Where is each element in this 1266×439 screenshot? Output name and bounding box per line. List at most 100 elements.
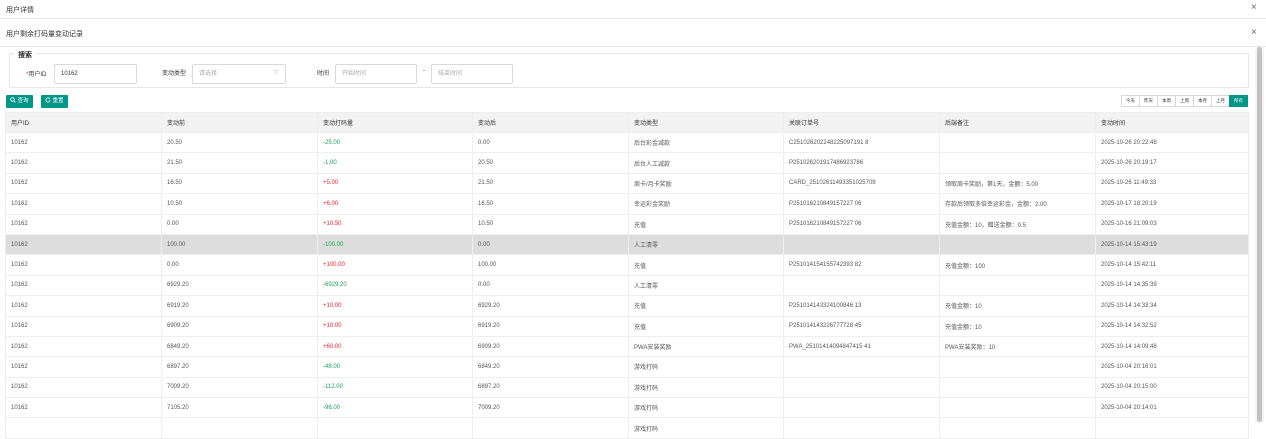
table-cell: 充值 — [628, 213, 784, 235]
table-cell: 16.50 — [472, 193, 629, 215]
table-cell — [783, 397, 940, 419]
table-row[interactable]: 10162 0.00 +100.00 100.00 充值 P251014154155742… — [5, 254, 1249, 276]
date-preset-2[interactable]: 本周 — [1157, 95, 1176, 107]
user-id-input[interactable]: 10162 — [54, 64, 137, 84]
table-cell: 10162 — [5, 254, 162, 276]
table-cell: +6.00 — [317, 193, 473, 215]
column-header[interactable]: 后端备注 — [939, 112, 1096, 133]
table-cell: 充值金额：10 — [939, 315, 1096, 337]
table-row[interactable]: 10162 20.50 -25.00 0.00 后台彩金减款 C2510262022482… — [5, 131, 1249, 154]
table-cell: P251026201917486923786 — [783, 152, 940, 174]
table-cell: 充值 — [628, 295, 784, 317]
table-cell — [939, 274, 1096, 297]
table-row[interactable]: 10162 100.00 -100.00 0.00 人工清零 2025-10-14 15:… — [5, 233, 1249, 256]
column-header[interactable]: 变动后 — [472, 112, 629, 133]
table-cell — [783, 356, 940, 378]
table-cell: -96.00 — [317, 397, 473, 419]
table-cell: 21.50 — [161, 152, 318, 174]
table-cell: 2025-10-14 14:33:34 — [1095, 295, 1249, 317]
date-preset-6[interactable]: 所有 — [1229, 95, 1248, 107]
query-button[interactable]: 查询 — [6, 95, 33, 108]
table-cell: 100.00 — [161, 233, 318, 256]
table-cell: 游戏打码 — [628, 397, 784, 419]
table-cell: 10.50 — [161, 193, 318, 215]
refresh-icon — [45, 97, 51, 103]
table-row[interactable]: 10162 21.50 -1.00 20.50 后台人工减款 P2510262019174… — [5, 152, 1249, 174]
table-cell: 2025-10-26 20:19:17 — [1095, 152, 1249, 174]
table-row[interactable]: 10162 16.50 +5.00 21.50 周卡/月卡奖励 CARD_25102611… — [5, 172, 1249, 195]
table-row[interactable]: 10162 7105.20 -96.00 7009.20 游戏打码 2025-10-04 … — [5, 397, 1249, 419]
table-cell: 10162 — [5, 233, 162, 256]
end-time-input[interactable]: 结束时间 — [431, 64, 513, 84]
table-cell: 2025-10-04 20:16:01 — [1095, 356, 1249, 378]
table-cell: 0.00 — [472, 131, 629, 154]
table-cell: 10162 — [5, 213, 162, 235]
change-type-select[interactable]: 请选择 — [192, 64, 286, 84]
table-row[interactable]: 10162 7009.20 -112.00 6897.20 游戏打码 2025-10-04… — [5, 376, 1249, 399]
reset-button[interactable]: 重置 — [41, 95, 68, 108]
date-preset-1[interactable]: 昨天 — [1139, 95, 1158, 107]
table-cell: 后台彩金减款 — [628, 131, 784, 154]
column-header[interactable]: 变动时间 — [1095, 112, 1249, 133]
table-cell: 6897.20 — [472, 376, 629, 399]
table-cell: 16.50 — [161, 172, 318, 195]
column-header[interactable]: 变动前 — [161, 112, 318, 133]
column-header[interactable]: 关联订单号 — [783, 112, 940, 133]
table-cell: P251014143226777728 45 — [783, 315, 940, 337]
table-cell — [5, 417, 162, 439]
panel-header: 用户剩余打码量变动记录 × — [0, 19, 1266, 47]
table-cell: 6919.20 — [161, 295, 318, 317]
date-preset-0[interactable]: 今天 — [1121, 95, 1140, 107]
table-cell: 充值金额：10，赠送金额：0.5 — [939, 213, 1096, 235]
start-time-input[interactable]: 开始时间 — [335, 64, 417, 84]
table-cell: 6929.20 — [161, 274, 318, 297]
date-preset-group: 今天 昨天 本周 上周 本月 上月 所有 — [1121, 95, 1248, 107]
time-label: 时间 — [317, 71, 330, 77]
table-cell — [472, 417, 629, 439]
panel-close-icon[interactable]: × — [1251, 28, 1257, 38]
table-cell: 6909.20 — [472, 335, 629, 358]
date-preset-3[interactable]: 上周 — [1175, 95, 1194, 107]
table-cell: 充值 — [628, 254, 784, 276]
table-cell: 人工清零 — [628, 233, 784, 256]
table-row[interactable]: 10162 6909.20 +10.00 6919.20 充值 P251014143226… — [5, 315, 1249, 337]
table-row[interactable]: 10162 6929.20 -6929.20 0.00 人工清零 2025-10-14 1… — [5, 274, 1249, 297]
table-cell: 充值金额：10 — [939, 295, 1096, 317]
table-cell: 10162 — [5, 152, 162, 174]
column-header[interactable]: 变动类型 — [628, 112, 784, 133]
table-cell: 0.00 — [472, 233, 629, 256]
table-cell: -48.00 — [317, 356, 473, 378]
table-cell: 7009.20 — [472, 397, 629, 419]
table-cell — [939, 356, 1096, 378]
date-preset-5[interactable]: 上月 — [1211, 95, 1230, 107]
table-cell: -1.00 — [317, 152, 473, 174]
table-row[interactable]: 游戏打码 — [5, 417, 1249, 439]
table-cell: 10162 — [5, 315, 162, 337]
range-separator: - — [423, 68, 425, 74]
date-preset-4[interactable]: 本月 — [1193, 95, 1212, 107]
column-header[interactable]: 用户ID — [5, 112, 162, 133]
user-id-label: *用户ID — [26, 72, 47, 78]
close-icon[interactable]: × — [1251, 3, 1257, 13]
table-cell: 6919.20 — [472, 315, 629, 337]
table-row[interactable]: 10162 6849.20 +60.00 6909.20 PWA安装奖励 PWA_2510… — [5, 335, 1249, 358]
table-cell: 21.50 — [472, 172, 629, 195]
table-cell: 充值金额：100 — [939, 254, 1096, 276]
table-cell: +100.00 — [317, 254, 473, 276]
table-row[interactable]: 10162 6897.20 -48.00 6849.20 游戏打码 2025-10-04 … — [5, 356, 1249, 378]
table-cell — [783, 233, 940, 256]
change-record-table: 用户ID 变动前 变动打码量 变动后 变动类型 关联订单号 后端备注 变动时间 10162 20… — [5, 112, 1249, 439]
table-cell: +10.00 — [317, 295, 473, 317]
table-row[interactable]: 10162 10.50 +6.00 16.50 幸运彩金奖励 P2510162108491… — [5, 193, 1249, 215]
table-cell — [939, 233, 1096, 256]
table-cell: 10162 — [5, 131, 162, 154]
table-cell: PWA_25101414094847415 41 — [783, 335, 940, 358]
table-cell: 周卡/月卡奖励 — [628, 172, 784, 195]
scrollbar-thumb[interactable] — [1257, 47, 1262, 422]
column-header[interactable]: 变动打码量 — [317, 112, 473, 133]
table-row[interactable]: 10162 0.00 +10.50 10.50 充值 P25101621084915722… — [5, 213, 1249, 235]
table-cell: 人工清零 — [628, 274, 784, 297]
table-cell — [939, 376, 1096, 399]
table-row[interactable]: 10162 6919.20 +10.00 6929.20 充值 P251014143324… — [5, 295, 1249, 317]
table-cell — [783, 376, 940, 399]
